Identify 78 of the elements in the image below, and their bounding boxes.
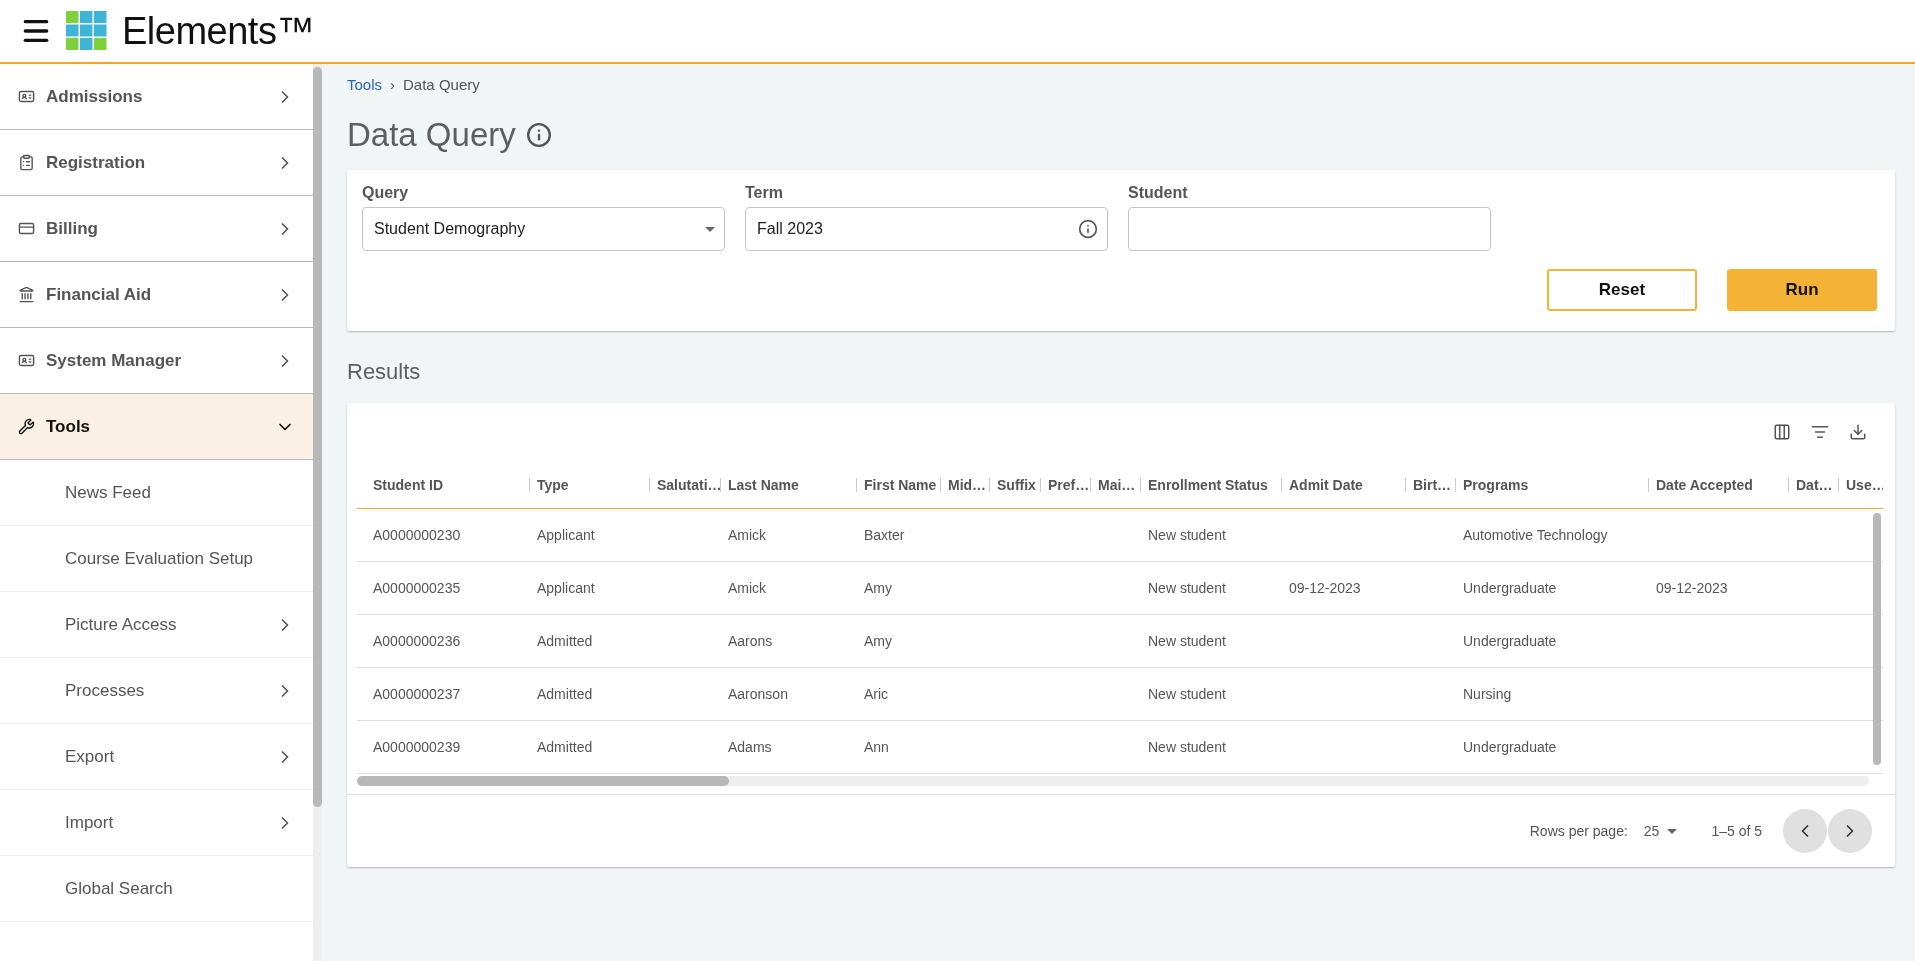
table-cell: A0000000236 — [357, 615, 529, 668]
table-cell: Nursing — [1455, 668, 1648, 721]
page-title: Data Query — [347, 116, 516, 154]
breadcrumb-link[interactable]: Tools — [347, 76, 383, 93]
field-label: Student — [1128, 184, 1189, 202]
field-label: Term — [745, 184, 784, 202]
column-header[interactable]: Mid… — [940, 461, 989, 509]
scrollbar[interactable] — [357, 776, 729, 786]
column-header[interactable]: Mai… — [1090, 461, 1140, 509]
logo-icon — [66, 11, 108, 51]
table-cell: A0000000237 — [357, 668, 529, 721]
credit-card-icon — [18, 220, 35, 237]
wrench-icon — [18, 418, 35, 435]
input-field[interactable]: Fall 2023 — [745, 207, 1108, 251]
page-range: 1–5 of 5 — [1711, 823, 1762, 839]
table-cell: Adams — [720, 721, 856, 774]
table-cell: New student — [1140, 721, 1281, 774]
table-cell: 09-12-2023 — [1648, 562, 1788, 615]
field-label: Query — [362, 184, 410, 202]
table-cell: Undergraduate — [1455, 615, 1648, 668]
table-cell: Aric — [856, 668, 940, 721]
caret-icon — [705, 226, 715, 232]
input-field[interactable] — [1128, 207, 1491, 251]
list-icon — [18, 154, 35, 171]
id-card-icon — [18, 88, 35, 105]
bank-icon — [18, 286, 35, 303]
column-header[interactable]: Date Accepted — [1648, 461, 1788, 509]
table-cell: Admitted — [529, 668, 649, 721]
run-button[interactable]: Run — [1727, 269, 1877, 311]
column-header[interactable]: Birt… — [1405, 461, 1455, 509]
column-header[interactable]: Programs — [1455, 461, 1648, 509]
table-cell: A0000000230 — [357, 509, 529, 562]
scrollbar[interactable] — [1873, 513, 1881, 765]
rows-per-page-label: Rows per page: — [1529, 823, 1628, 839]
column-header[interactable]: Suffix — [989, 461, 1040, 509]
column-header[interactable]: Type — [529, 461, 649, 509]
breadcrumb-current: Data Query — [403, 76, 480, 93]
table-cell: Aaronson — [720, 668, 856, 721]
column-header[interactable]: Dat… — [1788, 461, 1838, 509]
table-cell: Amick — [720, 562, 856, 615]
table-cell: A0000000239 — [357, 721, 529, 774]
column-header[interactable]: Admit Date — [1281, 461, 1405, 509]
info-icon[interactable] — [1078, 219, 1098, 239]
section-title: Results — [347, 359, 422, 385]
brand-name: Elements™ — [122, 9, 314, 53]
table-cell: Amick — [720, 509, 856, 562]
table-cell: Ann — [856, 721, 940, 774]
table-cell: Baxter — [856, 509, 940, 562]
table-cell: New student — [1140, 509, 1281, 562]
table-cell: Amy — [856, 615, 940, 668]
column-header[interactable]: Enrollment Status — [1140, 461, 1281, 509]
table-cell: Aarons — [720, 615, 856, 668]
table-cell: 09-12-2023 — [1281, 562, 1405, 615]
select-field[interactable]: Student Demography — [362, 207, 725, 251]
id-card-icon — [18, 352, 35, 369]
info-icon[interactable] — [525, 122, 552, 148]
reset-button[interactable]: Reset — [1547, 269, 1697, 311]
table-cell: New student — [1140, 562, 1281, 615]
table-cell: Amy — [856, 562, 940, 615]
column-header[interactable]: First Name — [856, 461, 940, 509]
column-header[interactable]: Salutati… — [649, 461, 720, 509]
rows-per-page-select[interactable]: 25 — [1643, 823, 1678, 839]
column-header[interactable]: Last Name — [720, 461, 856, 509]
table-cell: Undergraduate — [1455, 562, 1648, 615]
scrollbar[interactable] — [313, 67, 322, 807]
table-cell: Undergraduate — [1455, 721, 1648, 774]
table-cell: Automotive Technology — [1455, 509, 1648, 562]
table-cell: Admitted — [529, 721, 649, 774]
table-cell: A0000000235 — [357, 562, 529, 615]
table-cell: New student — [1140, 668, 1281, 721]
breadcrumb-separator: › — [390, 76, 396, 93]
table-cell: Applicant — [529, 562, 649, 615]
table-cell: Admitted — [529, 615, 649, 668]
column-header[interactable]: Pref… — [1040, 461, 1090, 509]
sidebar-item[interactable]: Tools — [0, 394, 313, 460]
table-cell: Applicant — [529, 509, 649, 562]
table-cell: New student — [1140, 615, 1281, 668]
column-header[interactable]: Student ID — [357, 461, 529, 509]
